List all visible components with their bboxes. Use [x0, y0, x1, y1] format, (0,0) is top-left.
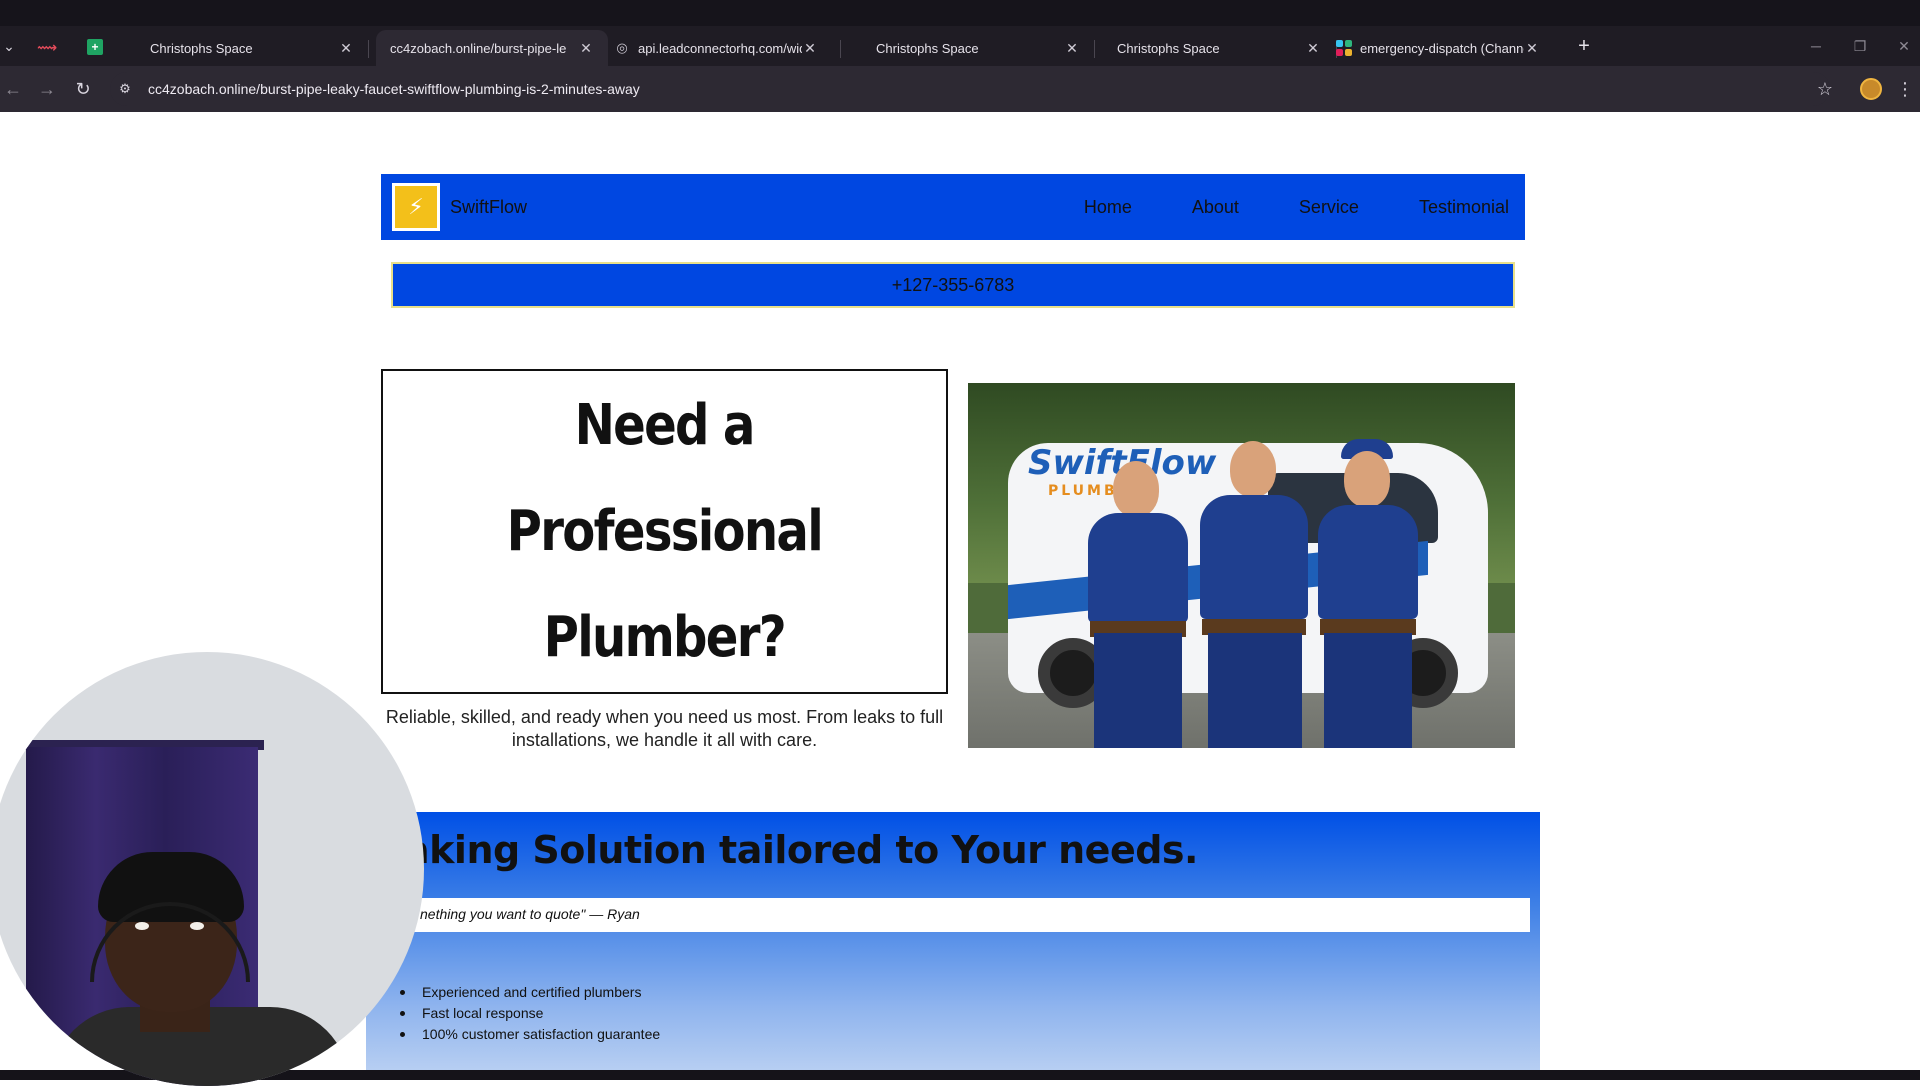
- minimize-icon[interactable]: ─: [1798, 34, 1834, 58]
- webcam-eye: [135, 922, 149, 930]
- hero-title-line-1: Need a: [574, 392, 756, 458]
- hero-title-line-3: Plumber?: [543, 604, 787, 670]
- tab-separator: [368, 40, 369, 58]
- tab-christophs-space-2[interactable]: Christophs Space ✕: [862, 30, 1094, 66]
- feature-text: Experienced and certified plumbers: [422, 984, 642, 1000]
- webcam-overlay: [0, 652, 424, 1086]
- bullet-icon: [400, 1011, 405, 1016]
- quote-text: nething you want to quote" — Ryan: [420, 906, 640, 922]
- tab-close-icon[interactable]: ✕: [1305, 40, 1321, 57]
- bookmark-star-icon[interactable]: ☆: [1812, 76, 1838, 102]
- list-item: 100% customer satisfaction guarantee: [400, 1024, 660, 1045]
- hero-title-line-2: Professional: [506, 498, 824, 564]
- pinned-tab-red-icon: ⟿: [36, 38, 58, 55]
- tab-search-icon[interactable]: ⌄: [0, 34, 18, 58]
- tab-christophs-space-3[interactable]: Christophs Space ✕: [1103, 30, 1335, 66]
- tab-title: Christophs Space: [1117, 40, 1220, 56]
- site-info-icon[interactable]: ⚙: [110, 81, 140, 97]
- new-tab-button[interactable]: +: [1572, 34, 1596, 58]
- tab-leadconnector[interactable]: ◎ api.leadconnectorhq.com/widg ✕: [600, 30, 832, 66]
- site-logo[interactable]: ⚡: [392, 183, 440, 231]
- globe-icon: ◎: [616, 40, 628, 55]
- tab-close-icon[interactable]: ✕: [1064, 40, 1080, 57]
- tab-close-icon[interactable]: ✕: [338, 40, 354, 57]
- forward-icon[interactable]: →: [34, 76, 60, 102]
- profile-avatar[interactable]: [1860, 78, 1882, 100]
- hero-subtitle: Reliable, skilled, and ready when you ne…: [385, 707, 944, 750]
- hero-title-box: Need a Professional Plumber?: [381, 369, 948, 694]
- tab-emergency-dispatch[interactable]: emergency-dispatch (Channel) ✕: [1322, 30, 1554, 66]
- url-text[interactable]: cc4zobach.online/burst-pipe-leaky-faucet…: [148, 81, 640, 97]
- slack-icon: [1336, 40, 1352, 56]
- tab-christophs-space-1[interactable]: Christophs Space ✕: [136, 30, 368, 66]
- webcam-eye: [190, 922, 204, 930]
- tab-title: Christophs Space: [150, 40, 253, 56]
- features-list: Experienced and certified plumbers Fast …: [400, 982, 660, 1045]
- section-heading: aking Solution tailored to Your needs.: [404, 828, 1198, 872]
- list-item: Experienced and certified plumbers: [400, 982, 660, 1003]
- plumbers-van-photo: SwiftFlow PLUMBING: [968, 383, 1515, 748]
- page-scrollbar[interactable]: [1916, 112, 1920, 1072]
- title-bar: [0, 0, 1920, 26]
- tab-title: cc4zobach.online/burst-pipe-le: [390, 40, 567, 56]
- tab-title: emergency-dispatch (Channel): [1360, 40, 1524, 56]
- faucet-logo-icon: ⚡: [395, 186, 437, 228]
- tab-separator: [840, 40, 841, 58]
- sheets-icon: +: [87, 39, 103, 55]
- tab-close-icon[interactable]: ✕: [802, 40, 818, 57]
- phone-call-button[interactable]: +127-355-6783: [391, 262, 1515, 308]
- brand-name[interactable]: SwiftFlow: [450, 197, 527, 218]
- bullet-icon: [400, 990, 405, 995]
- browser-menu-icon[interactable]: ⋮: [1896, 76, 1914, 102]
- address-bar[interactable]: ⚙ cc4zobach.online/burst-pipe-leaky-fauc…: [110, 72, 1830, 106]
- tab-close-icon[interactable]: ✕: [578, 40, 594, 57]
- tab-separator: [1094, 40, 1095, 58]
- reload-icon[interactable]: ↻: [70, 76, 96, 102]
- list-item: Fast local response: [400, 1003, 660, 1024]
- pinned-tab-sheets[interactable]: +: [78, 32, 112, 62]
- pinned-tab-red[interactable]: ⟿: [30, 32, 64, 62]
- tab-title: api.leadconnectorhq.com/widg: [638, 40, 802, 56]
- nav-about[interactable]: About: [1192, 197, 1239, 218]
- site-header: ⚡ SwiftFlow Home About Service Testimoni…: [381, 174, 1525, 240]
- nav-service[interactable]: Service: [1299, 197, 1359, 218]
- back-icon[interactable]: ←: [0, 76, 26, 102]
- tab-title: Christophs Space: [876, 40, 979, 56]
- nav-testimonial[interactable]: Testimonial: [1419, 197, 1509, 218]
- feature-text: Fast local response: [422, 1005, 544, 1021]
- feature-text: 100% customer satisfaction guarantee: [422, 1026, 661, 1042]
- bullet-icon: [400, 1032, 405, 1037]
- main-nav: Home About Service Testimonial: [1024, 174, 1509, 240]
- tab-close-icon[interactable]: ✕: [1524, 40, 1540, 57]
- restore-icon[interactable]: ❐: [1842, 34, 1878, 58]
- tab-cc4zobach[interactable]: cc4zobach.online/burst-pipe-le ✕: [376, 30, 608, 66]
- window-close-icon[interactable]: ✕: [1886, 34, 1920, 58]
- browser-chrome: ⌄ ⟿ + Christophs Space ✕ cc4zobach.onlin…: [0, 0, 1920, 112]
- browser-toolbar: ← → ↻ ⚙ cc4zobach.online/burst-pipe-leak…: [0, 66, 1920, 112]
- nav-home[interactable]: Home: [1084, 197, 1132, 218]
- tab-strip: ⌄ ⟿ + Christophs Space ✕ cc4zobach.onlin…: [0, 26, 1920, 66]
